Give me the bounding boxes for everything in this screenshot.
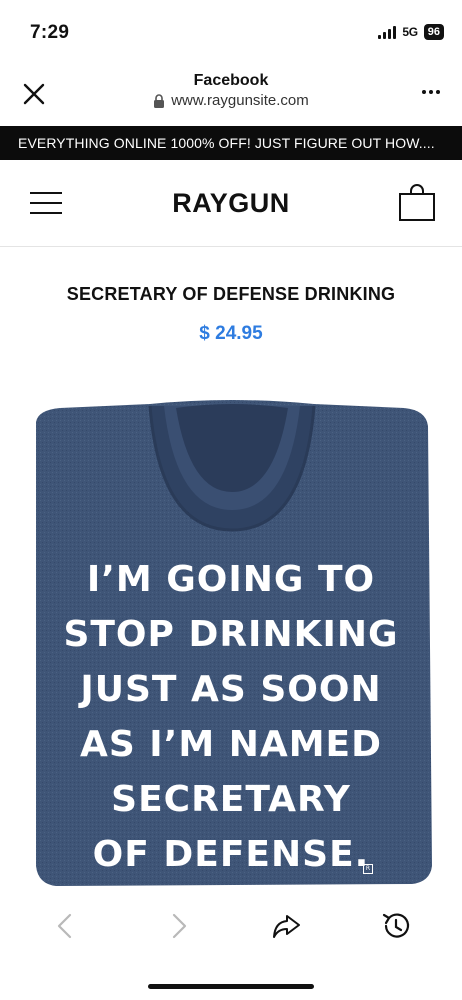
shirt-line: SECRETARY — [111, 779, 351, 820]
site-nav: RAYGUN — [0, 160, 462, 247]
product-price: $ 24.95 — [199, 323, 263, 344]
shirt-line: AS I’M NAMED — [79, 724, 383, 765]
url-text: www.raygunsite.com — [171, 92, 309, 109]
back-chevron-icon[interactable] — [50, 910, 82, 942]
browser-toolbar — [0, 896, 462, 966]
shirt-line: OF DEFENSE. — [92, 834, 370, 875]
shopping-bag-icon[interactable] — [398, 182, 436, 222]
more-options-icon[interactable] — [422, 90, 440, 94]
share-arrow-icon[interactable] — [270, 910, 302, 942]
status-icons: 5G 96 — [378, 24, 444, 40]
home-indicator[interactable] — [148, 984, 314, 989]
shirt-slogan: I’M GOING TO STOP DRINKING JUST AS SOON … — [0, 552, 462, 882]
shirt-line: STOP DRINKING — [63, 614, 399, 655]
lock-icon — [154, 93, 165, 108]
browser-header: Facebook www.raygunsite.com — [0, 60, 462, 125]
url-display[interactable]: www.raygunsite.com — [0, 92, 462, 109]
shirt-line: JUST AS SOON — [80, 669, 382, 710]
status-bar: 7:29 5G 96 — [0, 0, 462, 60]
registered-mark-icon: R — [363, 864, 373, 874]
forward-chevron-icon[interactable] — [162, 910, 194, 942]
status-time: 7:29 — [30, 22, 70, 43]
cellular-signal-icon — [378, 25, 397, 39]
browser-title-block: Facebook www.raygunsite.com — [0, 72, 462, 109]
browser-title: Facebook — [193, 72, 269, 89]
site-logo[interactable]: RAYGUN — [0, 188, 462, 219]
promo-banner[interactable]: EVERYTHING ONLINE 1000% OFF! JUST FIGURE… — [0, 126, 462, 160]
history-icon[interactable] — [380, 910, 412, 942]
battery-icon: 96 — [423, 24, 444, 40]
network-type: 5G — [402, 25, 418, 39]
product-title: SECRETARY OF DEFENSE DRINKING — [66, 284, 396, 304]
shirt-line: I’M GOING TO — [86, 559, 376, 600]
